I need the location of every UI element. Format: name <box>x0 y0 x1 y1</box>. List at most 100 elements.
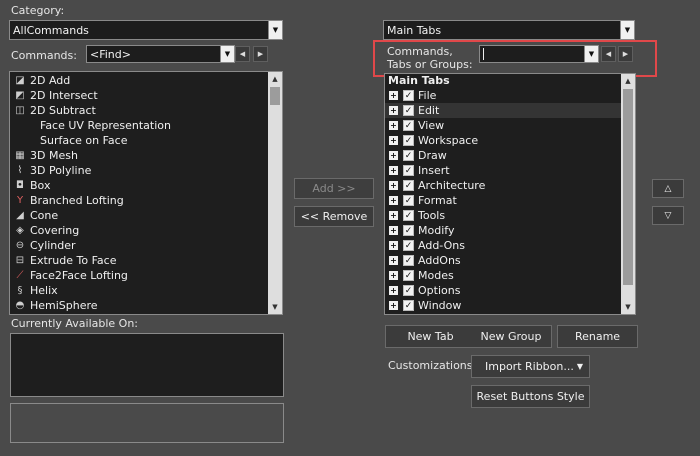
scroll-down-icon[interactable]: ▼ <box>268 300 282 314</box>
tree-item[interactable]: + ✓ AddOns <box>385 253 635 268</box>
list-item[interactable]: ⟋ Face2Face Lofting <box>10 268 282 283</box>
tree-item[interactable]: + ✓ File <box>385 88 635 103</box>
expand-icon[interactable]: + <box>389 136 398 145</box>
tree-item-label: Insert <box>418 164 450 177</box>
list-item[interactable]: Face UV Representation <box>10 118 282 133</box>
find-next-button[interactable]: ▶ <box>253 46 268 62</box>
checkbox[interactable]: ✓ <box>403 180 414 191</box>
extrude-to-face-icon: ⊟ <box>15 255 25 266</box>
list-item[interactable]: ◢ Cone <box>10 208 282 223</box>
find-prev-button[interactable]: ◀ <box>235 46 250 62</box>
expand-icon[interactable]: + <box>389 151 398 160</box>
list-item[interactable]: § Helix <box>10 283 282 298</box>
checkbox[interactable]: ✓ <box>403 210 414 221</box>
tree-item[interactable]: + ✓ Add-Ons <box>385 238 635 253</box>
new-tab-button[interactable]: New Tab <box>385 325 476 348</box>
tree-item[interactable]: + ✓ Edit <box>385 103 635 118</box>
rename-button[interactable]: Rename <box>557 325 638 348</box>
new-group-button[interactable]: New Group <box>471 325 552 348</box>
list-item[interactable]: ◘ Box <box>10 178 282 193</box>
tabs-dropdown[interactable]: Main Tabs ▼ <box>383 20 635 40</box>
commands-list[interactable]: ◪ 2D Add ◩ 2D Intersect ◫ 2D Subtract Face … <box>9 71 283 315</box>
expand-icon[interactable]: + <box>389 106 398 115</box>
tree-item[interactable]: + ✓ Tools <box>385 208 635 223</box>
expand-icon[interactable]: + <box>389 241 398 250</box>
checkbox[interactable]: ✓ <box>403 165 414 176</box>
expand-icon[interactable]: + <box>389 196 398 205</box>
expand-icon[interactable]: + <box>389 301 398 310</box>
list-item[interactable]: Surface on Face <box>10 133 282 148</box>
list-item[interactable]: ⊟ Extrude To Face <box>10 253 282 268</box>
checkbox[interactable]: ✓ <box>403 255 414 266</box>
expand-icon[interactable]: + <box>389 211 398 220</box>
intersect-2d-icon: ◩ <box>15 90 25 101</box>
list-item[interactable]: ◈ Covering <box>10 223 282 238</box>
expand-icon[interactable]: + <box>389 286 398 295</box>
move-up-button[interactable]: △ <box>652 179 684 198</box>
chevron-down-icon[interactable]: ▼ <box>268 21 282 39</box>
scroll-up-icon[interactable]: ▲ <box>268 72 282 86</box>
reset-buttons-style-button[interactable]: Reset Buttons Style <box>471 385 590 408</box>
expand-icon[interactable]: + <box>389 121 398 130</box>
list-item[interactable]: ◪ 2D Add <box>10 73 282 88</box>
move-down-button[interactable]: ▽ <box>652 206 684 225</box>
tree-item[interactable]: + ✓ Modify <box>385 223 635 238</box>
list-item[interactable]: ◫ 2D Subtract <box>10 103 282 118</box>
expand-icon[interactable]: + <box>389 166 398 175</box>
expand-icon[interactable]: + <box>389 181 398 190</box>
chevron-down-icon[interactable]: ▼ <box>220 46 234 62</box>
tree-root[interactable]: Main Tabs <box>385 74 635 88</box>
expand-icon[interactable]: + <box>389 256 398 265</box>
expand-icon[interactable]: + <box>389 226 398 235</box>
checkbox[interactable]: ✓ <box>403 150 414 161</box>
tree-item[interactable]: + ✓ Format <box>385 193 635 208</box>
tabs-tree[interactable]: Main Tabs + ✓ File + ✓ Edit + ✓ View + ✓ Workspa… <box>384 73 636 315</box>
tabs-scrollbar[interactable]: ▲ ▼ <box>621 74 635 314</box>
scrollbar-thumb[interactable] <box>623 89 633 285</box>
tree-item[interactable]: + ✓ Draw <box>385 148 635 163</box>
highlight-box <box>373 40 657 77</box>
chevron-down-icon[interactable]: ▼ <box>620 21 634 39</box>
checkbox[interactable]: ✓ <box>403 90 414 101</box>
tree-item[interactable]: + ✓ Window <box>385 298 635 313</box>
checkbox[interactable]: ✓ <box>403 270 414 281</box>
find-command-input[interactable]: <Find> ▼ <box>86 45 235 63</box>
list-item[interactable]: ◩ 2D Intersect <box>10 88 282 103</box>
currently-available-list[interactable] <box>10 333 284 397</box>
scroll-up-icon[interactable]: ▲ <box>621 74 635 88</box>
checkbox[interactable]: ✓ <box>403 105 414 116</box>
checkbox[interactable]: ✓ <box>403 135 414 146</box>
polyline-3d-icon: ⌇ <box>17 165 23 176</box>
scrollbar-thumb[interactable] <box>270 87 280 105</box>
checkbox[interactable]: ✓ <box>403 300 414 311</box>
tree-item[interactable]: + ✓ Workspace <box>385 133 635 148</box>
commands-scrollbar[interactable]: ▲ ▼ <box>268 72 282 314</box>
list-item[interactable]: ⊖ Cylinder <box>10 238 282 253</box>
checkbox[interactable]: ✓ <box>403 285 414 296</box>
tree-item[interactable]: + ✓ View <box>385 118 635 133</box>
checkbox[interactable]: ✓ <box>403 195 414 206</box>
list-item-label: Cone <box>30 209 59 222</box>
list-item[interactable]: ▦ 3D Mesh <box>10 148 282 163</box>
checkbox[interactable]: ✓ <box>403 240 414 251</box>
tree-item-label: Architecture <box>418 179 486 192</box>
tree-item[interactable]: + ✓ Options <box>385 283 635 298</box>
tree-item[interactable]: + ✓ Architecture <box>385 178 635 193</box>
add-button[interactable]: Add >> <box>294 178 374 199</box>
tree-item[interactable]: + ✓ Insert <box>385 163 635 178</box>
import-ribbon-dropdown[interactable]: Import Ribbon... ▼ <box>471 355 590 378</box>
tabs-dropdown-value: Main Tabs <box>387 23 442 37</box>
chevron-down-icon: ▼ <box>576 362 583 371</box>
checkbox[interactable]: ✓ <box>403 120 414 131</box>
tree-item-label: Format <box>418 194 457 207</box>
list-item[interactable]: ⌇ 3D Polyline <box>10 163 282 178</box>
checkbox[interactable]: ✓ <box>403 225 414 236</box>
remove-button[interactable]: << Remove <box>294 206 374 227</box>
expand-icon[interactable]: + <box>389 91 398 100</box>
expand-icon[interactable]: + <box>389 271 398 280</box>
category-dropdown[interactable]: AllCommands ▼ <box>9 20 283 40</box>
list-item[interactable]: ◓ HemiSphere <box>10 298 282 313</box>
list-item[interactable]: Y Branched Lofting <box>10 193 282 208</box>
tree-item[interactable]: + ✓ Modes <box>385 268 635 283</box>
scroll-down-icon[interactable]: ▼ <box>621 300 635 314</box>
